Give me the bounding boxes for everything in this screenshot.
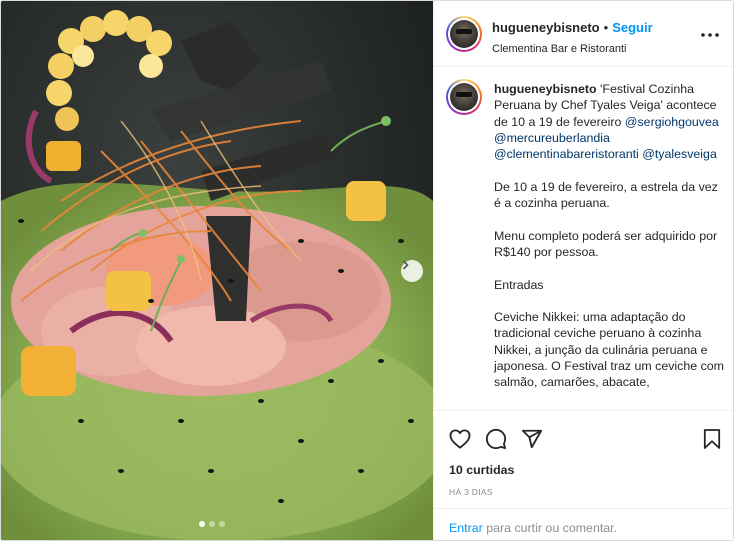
share-icon: [521, 429, 543, 449]
post-date: HÁ 3 DIAS: [449, 487, 493, 497]
mention-link[interactable]: @sergiohgouvea: [625, 115, 719, 129]
like-button[interactable]: [446, 425, 474, 453]
action-bar: [434, 417, 733, 457]
carousel-dot: [219, 521, 225, 527]
carousel-dot: [209, 521, 215, 527]
carousel-indicator: [199, 521, 225, 527]
post-header: hugueneybisneto • Seguir Clementina Bar e …: [434, 1, 733, 67]
chevron-right-icon: [403, 260, 409, 270]
ceviche-photo: [1, 1, 433, 540]
post-details-panel: hugueneybisneto • Seguir Clementina Bar e …: [433, 1, 733, 540]
more-options-icon: [701, 33, 719, 37]
caption-paragraph: Entradas: [494, 277, 544, 292]
caption-paragraph: Menu completo poderá ser adquirido por R…: [494, 228, 718, 259]
login-link[interactable]: Entrar: [449, 521, 483, 535]
mention-link[interactable]: @clementinabareristoranti: [494, 147, 639, 161]
mention-link[interactable]: @tyalesveiga: [642, 147, 717, 161]
carousel-dot-active: [199, 521, 205, 527]
post-caption: hugueneybisneto 'Festival Cozinha Peruan…: [494, 81, 726, 391]
heart-icon: [449, 429, 471, 449]
bookmark-icon: [703, 429, 721, 449]
caption-paragraph: Ceviche Nikkei: uma adaptação do tradici…: [494, 310, 725, 390]
caption-username-link[interactable]: hugueneybisneto: [494, 82, 597, 96]
caption-paragraph: De 10 a 19 de fevereiro, a estrela da ve…: [494, 179, 718, 211]
login-prompt-text: para curtir ou comentar.: [486, 521, 618, 535]
comment-button[interactable]: [482, 425, 510, 453]
post-image[interactable]: [1, 1, 433, 540]
share-button[interactable]: [518, 425, 546, 453]
comment-bar: Entrar para curtir ou comentar.: [434, 508, 733, 540]
likes-count[interactable]: 10 curtidas: [449, 463, 514, 477]
comment-icon: [485, 428, 507, 450]
caption-avatar[interactable]: [446, 79, 482, 115]
follow-button[interactable]: Seguir: [612, 20, 652, 35]
instagram-post: hugueneybisneto • Seguir Clementina Bar e …: [0, 0, 734, 541]
avatar-image: [450, 20, 478, 48]
separator-bullet: •: [603, 20, 609, 35]
save-button[interactable]: [698, 425, 726, 453]
next-slide-button[interactable]: [401, 260, 423, 282]
more-options-button[interactable]: [698, 23, 722, 47]
avatar[interactable]: [446, 16, 482, 52]
avatar-image: [450, 83, 478, 111]
username-link[interactable]: hugueneybisneto: [492, 20, 600, 35]
location-link[interactable]: Clementina Bar e Ristoranti: [492, 43, 653, 55]
caption-area[interactable]: hugueneybisneto 'Festival Cozinha Peruan…: [434, 68, 733, 411]
mention-link[interactable]: @mercureuberlandia: [494, 131, 610, 145]
